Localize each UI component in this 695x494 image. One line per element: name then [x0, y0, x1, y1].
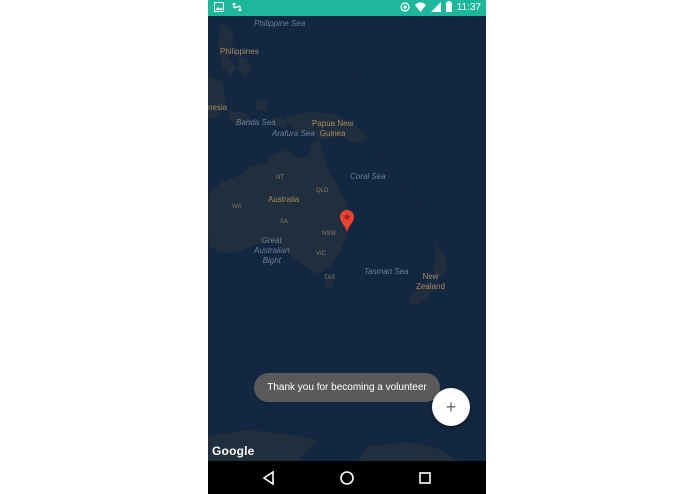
map-label-philippines: Philippines	[220, 47, 259, 56]
map-label-arafura-sea: Arafura Sea	[272, 129, 315, 138]
map-label-sa: SA	[280, 219, 289, 225]
recents-icon[interactable]	[417, 470, 433, 486]
phone-screen: 11:37 Philippine Sea Philippines nesia B…	[208, 0, 486, 494]
map-label-new-zealand: New Zealand	[416, 272, 445, 291]
wifi-icon	[414, 2, 426, 15]
map-label-tas: TAS	[324, 275, 336, 281]
add-button[interactable]: +	[432, 388, 470, 426]
google-logo: Google	[212, 444, 255, 458]
map-label-indonesia: nesia	[208, 103, 228, 112]
status-bar: 11:37	[208, 0, 486, 16]
battery-icon	[445, 1, 452, 15]
home-icon[interactable]	[339, 470, 355, 486]
image-icon	[214, 1, 224, 15]
map-label-nt: NT	[276, 175, 284, 181]
map-label-banda-sea: Banda Sea	[236, 118, 276, 127]
map-label-qld: QLD	[316, 188, 329, 194]
map-label-great-australian-bight: Great Australian Bight	[254, 236, 290, 265]
map-label-wa: WA	[232, 204, 242, 210]
map-label-tasman-sea: Tasman Sea	[364, 267, 409, 276]
signal-icon	[430, 1, 441, 15]
map-label-papua-new-guinea: Papua New Guinea	[312, 119, 354, 138]
back-icon[interactable]	[261, 470, 277, 486]
map-label-vic: VIC	[316, 251, 327, 257]
status-time: 11:37	[456, 2, 481, 13]
toast-message: Thank you for becoming a volunteer	[254, 373, 440, 402]
location-icon	[400, 1, 410, 15]
navigation-bar	[208, 461, 486, 494]
map-label-nsw: NSW	[322, 231, 336, 237]
map-label-coral-sea: Coral Sea	[350, 172, 386, 181]
map-label-philippine-sea: Philippine Sea	[254, 19, 306, 28]
sync-icon	[232, 2, 242, 15]
map-label-australia: Australia	[268, 195, 300, 204]
